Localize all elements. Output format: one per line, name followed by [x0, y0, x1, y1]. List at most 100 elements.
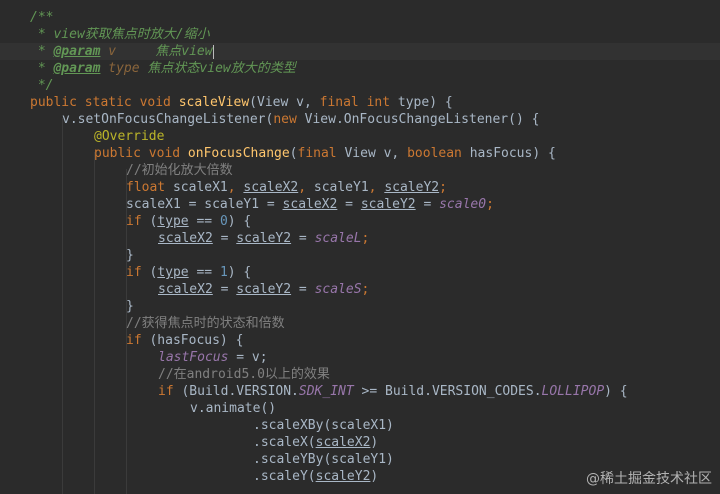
static-field: LOLLIPOP: [541, 384, 605, 399]
doc-comment-open: /**: [30, 10, 54, 25]
variable: type: [157, 214, 189, 229]
punct: ,: [368, 180, 385, 195]
punct: ,: [227, 180, 244, 195]
code-line: if (type == 1) {: [126, 264, 251, 281]
code-text: ==: [188, 214, 220, 229]
indent-guide: [62, 118, 63, 494]
code-line: if (Build.VERSION.SDK_INT >= Build.VERSI…: [158, 383, 628, 400]
code-text: ): [370, 469, 379, 484]
variable: scaleY2: [384, 180, 440, 195]
static-field: scale0: [439, 197, 487, 212]
code-text: =: [291, 282, 315, 297]
code-line: * @param type 焦点状态view放大的类型: [30, 60, 296, 77]
code-text: hasFocus) {: [469, 146, 556, 161]
code-line: /**: [30, 9, 53, 26]
code-line: @Override: [94, 128, 164, 145]
doc-comment-text: view获取焦点时放大/缩小: [53, 27, 210, 42]
code-text: View.OnFocusChangeListener() {: [304, 112, 540, 127]
code-line: v.animate(): [190, 400, 276, 417]
code-line: */: [30, 77, 54, 94]
code-text: ): [370, 435, 379, 450]
code-line: scaleX2 = scaleY2 = scaleS;: [158, 281, 369, 298]
code-text: ) {: [604, 384, 628, 399]
punct: ,: [298, 180, 314, 195]
code-text: }: [126, 299, 134, 314]
code-text: >= Build.VERSION_CODES.: [353, 384, 542, 399]
code-text: ==: [188, 265, 220, 280]
variable: scaleY2: [236, 231, 292, 246]
variable: scaleX2: [315, 435, 371, 450]
doc-comment-close: */: [30, 78, 54, 93]
code-text: (View v,: [249, 95, 320, 110]
static-field: scaleS: [314, 282, 362, 297]
text-caret: [212, 44, 214, 59]
code-text: ) {: [227, 214, 252, 229]
punct: ;: [439, 180, 447, 195]
number: 0: [219, 214, 228, 229]
keyword: final: [297, 146, 345, 161]
code-line: if (hasFocus) {: [126, 332, 243, 349]
code-text: (: [289, 146, 298, 161]
variable: scaleX2: [243, 180, 299, 195]
code-line: float scaleX1, scaleX2, scaleY1, scaleY2…: [126, 179, 447, 196]
keyword: if: [158, 384, 182, 399]
code-line: .scaleXBy(scaleX1): [253, 417, 394, 434]
code-text: }: [126, 248, 134, 263]
static-field: lastFocus: [158, 350, 229, 365]
variable: scaleX2: [158, 282, 213, 297]
keyword: boolean: [407, 146, 470, 161]
method-name: onFocusChange: [187, 146, 290, 161]
code-line: .scaleYBy(scaleY1): [253, 451, 394, 468]
code-line: public static void scaleView(View v, fin…: [30, 94, 453, 111]
keyword: if: [126, 265, 150, 280]
annotation: @Override: [94, 129, 165, 144]
code-line: lastFocus = v;: [158, 349, 268, 366]
variable: scaleX2: [158, 231, 213, 246]
line-comment: //在android5.0以上的效果: [158, 367, 330, 382]
punct: ;: [361, 282, 370, 297]
code-line: scaleX1 = scaleY1 = scaleX2 = scaleY2 = …: [126, 196, 494, 213]
code-line: .scaleY(scaleY2): [253, 468, 378, 485]
code-text: =: [337, 197, 361, 212]
code-text: scaleX1 = scaleY1 =: [126, 197, 283, 212]
method-name: scaleView: [178, 95, 250, 110]
keyword: if: [126, 214, 150, 229]
keyword: float: [126, 180, 173, 195]
line-comment: //获得焦点时的状态和倍数: [126, 316, 285, 331]
doc-star: *: [30, 44, 54, 59]
punct: ;: [486, 197, 494, 212]
variable: scaleY2: [315, 469, 371, 484]
static-field: SDK_INT: [298, 384, 354, 399]
punct: ;: [361, 231, 370, 246]
code-text: =: [212, 282, 237, 297]
code-text: =: [415, 197, 440, 212]
javadoc-tag: @param: [53, 44, 101, 59]
line-comment: //初始化放大倍数: [126, 163, 233, 178]
code-text: type) {: [397, 95, 453, 110]
code-editor[interactable]: /** * view获取焦点时放大/缩小 * @param v 焦点view *…: [0, 0, 720, 494]
code-text: View v,: [344, 146, 408, 161]
javadoc-tag: @param: [53, 61, 101, 76]
variable: scaleX2: [282, 197, 338, 212]
code-line: public void onFocusChange(final View v, …: [94, 145, 556, 162]
code-text: .scaleY(: [253, 469, 316, 484]
code-text: =: [212, 231, 237, 246]
code-text: ) {: [227, 265, 252, 280]
code-text: = v;: [228, 350, 268, 365]
code-text: =: [291, 231, 315, 246]
keyword: public static void: [30, 95, 179, 110]
variable: scaleY2: [236, 282, 292, 297]
keyword: new: [273, 112, 305, 127]
code-text: .scaleX(: [253, 435, 316, 450]
number: 1: [219, 265, 228, 280]
javadoc-param-name: type: [100, 61, 140, 76]
static-field: scaleL: [314, 231, 362, 246]
keyword: final int: [319, 95, 398, 110]
code-text: (Build.VERSION.: [181, 384, 299, 399]
indent-guide: [94, 152, 95, 494]
code-line: //获得焦点时的状态和倍数: [126, 315, 285, 332]
keyword: public void: [94, 146, 188, 161]
code-line: .scaleX(scaleX2): [253, 434, 378, 451]
code-line: }: [126, 247, 134, 264]
code-line: if (type == 0) {: [126, 213, 251, 230]
